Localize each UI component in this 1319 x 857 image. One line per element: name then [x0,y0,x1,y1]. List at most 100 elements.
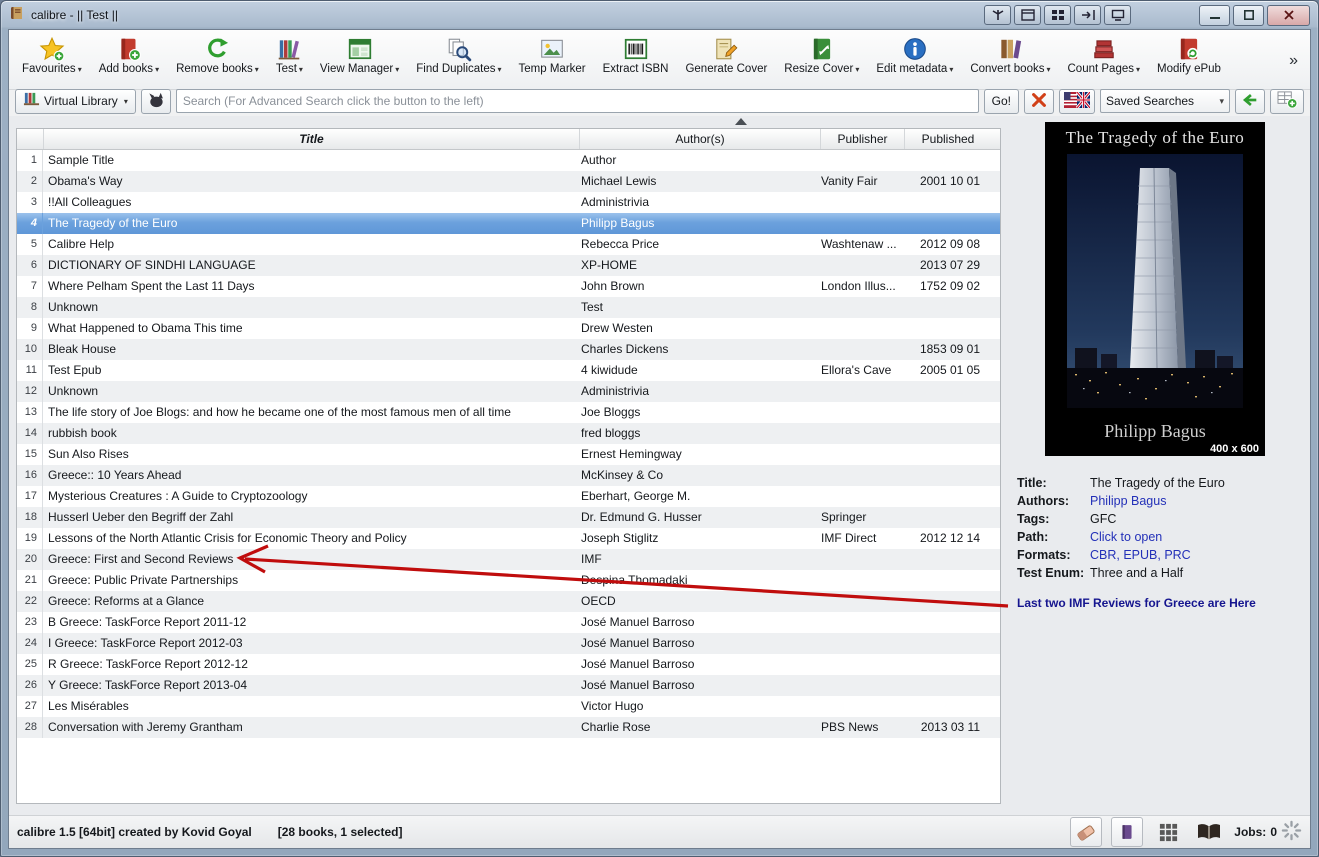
published-column-header[interactable]: Published [905,129,991,149]
row-number-header[interactable] [17,129,44,149]
dropdown-arrow-icon[interactable]: ▾ [855,65,859,74]
book-row[interactable]: 12 Unknown Administrivia [17,381,1000,402]
toolbar-test-button[interactable]: Test ▾ [269,33,310,77]
maximize-button[interactable] [1233,4,1264,26]
search-highlight-button[interactable] [1059,88,1095,114]
toolbar-find-duplicates-button[interactable]: Find Duplicates ▾ [409,33,508,77]
toolbar-temp-marker-button[interactable]: Temp Marker [512,33,593,77]
cover-building-image [1067,154,1243,408]
book-row[interactable]: 15 Sun Also Rises Ernest Hemingway [17,444,1000,465]
book-row[interactable]: 5 Calibre Help Rebecca Price Washtenaw ... 2… [17,234,1000,255]
book-row[interactable]: 19 Lessons of the North Atlantic Crisis f… [17,528,1000,549]
dropdown-arrow-icon[interactable]: ▾ [498,65,502,74]
toolbar-view-manager-button[interactable]: View Manager ▾ [313,33,406,77]
toolbar-extract-isbn-button[interactable]: Extract ISBN [596,33,676,77]
book-row[interactable]: 9 What Happened to Obama This time Drew We… [17,318,1000,339]
toolbar-add-books-button[interactable]: Add books ▾ [92,33,166,77]
calibre-logo-icon [9,5,25,26]
toolbar-favourites-button[interactable]: Favourites ▾ [15,33,89,77]
star-icon [39,35,65,62]
go-button[interactable]: Go! [983,88,1019,114]
detail-link[interactable]: Philipp Bagus [1090,492,1166,510]
dropdown-arrow-icon[interactable]: ▾ [949,65,953,74]
copy-saved-search-button[interactable] [1235,88,1265,114]
search-menu-button[interactable] [140,88,171,114]
search-input[interactable] [175,89,979,113]
minimize-button[interactable] [1199,4,1230,26]
jobs-indicator[interactable]: Jobs: 0 [1234,820,1302,844]
detail-link[interactable]: CBR, EPUB, PRC [1090,546,1191,564]
close-button[interactable] [1267,4,1310,26]
titlebar-gridsm-button[interactable] [1044,5,1071,25]
dropdown-arrow-icon[interactable]: ▾ [78,65,82,74]
virtual-library-button[interactable]: Virtual Library ▾ [15,88,136,114]
book-row[interactable]: 2 Obama's Way Michael Lewis Vanity Fair 2001… [17,171,1000,192]
book-row-selected[interactable]: 4 The Tragedy of the Euro Philipp Bagus [17,213,1000,234]
dropdown-arrow-icon[interactable]: ▾ [155,65,159,74]
book-row[interactable]: 14 rubbish book fred bloggs [17,423,1000,444]
toolbar-overflow-button[interactable]: » [1283,50,1304,72]
book-row[interactable]: 27 Les Misérables Victor Hugo [17,696,1000,717]
toolbar-modify-epub-button[interactable]: Modify ePub [1150,33,1228,77]
authors-column-header[interactable]: Author(s) [580,129,821,149]
book-row[interactable]: 28 Conversation with Jeremy Grantham Charl… [17,717,1000,738]
bookshelf-icon [23,91,40,111]
book-row[interactable]: 25 R Greece: TaskForce Report 2012-12 José… [17,654,1000,675]
book-details-panel: The Tragedy of the Euro Philipp Bagus 40… [1005,118,1307,810]
titlebar-panel-button[interactable] [1014,5,1041,25]
book-row[interactable]: 10 Bleak House Charles Dickens 1853 09 01 [17,339,1000,360]
book-row[interactable]: 23 B Greece: TaskForce Report 2011-12 José… [17,612,1000,633]
book-row[interactable]: 6 DICTIONARY OF SINDHI LANGUAGE XP-HOME 201… [17,255,1000,276]
layout-cover-browser-button[interactable] [1111,817,1144,847]
titlebar-transfer-button[interactable] [1074,5,1101,25]
close-icon [1283,10,1294,20]
layout-grid-view-button[interactable] [1152,817,1184,847]
donkey-icon [146,90,165,112]
book-cover[interactable]: The Tragedy of the Euro Philipp Bagus 40… [1045,122,1265,456]
duplicates-icon [446,35,472,62]
titlebar-branch-button[interactable] [984,5,1011,25]
book-row[interactable]: 8 Unknown Test [17,297,1000,318]
book-row[interactable]: 1 Sample Title Author [17,150,1000,171]
book-row[interactable]: 11 Test Epub 4 kiwidude Ellora's Cave 2005 0… [17,360,1000,381]
dropdown-arrow-icon[interactable]: ▾ [1046,65,1050,74]
toolbar-remove-books-button[interactable]: Remove books ▾ [169,33,266,77]
book-row[interactable]: 3 !!All Colleagues Administrivia [17,192,1000,213]
publisher-column-header[interactable]: Publisher [821,129,905,149]
title-column-header[interactable]: Title [44,129,580,149]
book-row[interactable]: 24 I Greece: TaskForce Report 2012-03 José… [17,633,1000,654]
detail-link[interactable]: Click to open [1090,528,1162,546]
dropdown-arrow-icon[interactable]: ▾ [395,65,399,74]
jobs-spinner-icon [1281,820,1302,844]
titlebar[interactable]: calibre - || Test || [1,1,1318,29]
book-row[interactable]: 22 Greece: Reforms at a Glance OECD [17,591,1000,612]
layout-tag-eraser-button[interactable] [1070,817,1103,847]
book-row[interactable]: 26 Y Greece: TaskForce Report 2013-04 José… [17,675,1000,696]
save-search-button[interactable] [1270,88,1304,114]
book-row[interactable]: 20 Greece: First and Second Reviews IMF [17,549,1000,570]
main-area: Title Author(s) Publisher Published 1 Sam… [9,116,1310,816]
cover-author: Philipp Bagus [1104,421,1206,441]
dropdown-arrow-icon[interactable]: ▾ [255,65,259,74]
clear-search-button[interactable] [1024,88,1054,114]
detail-field: Test Enum: Three and a Half [1017,566,1184,580]
saved-searches-select[interactable]: Saved Searches ▾ [1100,89,1230,113]
layout-book-details-button[interactable] [1193,817,1225,847]
toolbar-resize-cover-button[interactable]: Resize Cover ▾ [777,33,866,77]
chevron-down-icon: ▾ [1219,95,1224,106]
toolbar-count-pages-button[interactable]: Count Pages ▾ [1061,33,1148,77]
splitter-grip[interactable] [735,118,747,125]
book-row[interactable]: 17 Mysterious Creatures : A Guide to Cryp… [17,486,1000,507]
titlebar-monitor-button[interactable] [1104,5,1131,25]
book-row[interactable]: 21 Greece: Public Private Partnerships Des… [17,570,1000,591]
dropdown-arrow-icon[interactable]: ▾ [299,65,303,74]
book-row[interactable]: 13 The life story of Joe Blogs: and how h… [17,402,1000,423]
maximize-icon [1243,10,1254,20]
book-row[interactable]: 18 Husserl Ueber den Begriff der Zahl Dr. … [17,507,1000,528]
toolbar-generate-cover-button[interactable]: Generate Cover [678,33,774,77]
dropdown-arrow-icon[interactable]: ▾ [1136,65,1140,74]
book-row[interactable]: 7 Where Pelham Spent the Last 11 Days John… [17,276,1000,297]
toolbar-convert-books-button[interactable]: Convert books ▾ [963,33,1057,77]
book-row[interactable]: 16 Greece:: 10 Years Ahead McKinsey & Co [17,465,1000,486]
toolbar-edit-metadata-button[interactable]: Edit metadata ▾ [869,33,960,77]
